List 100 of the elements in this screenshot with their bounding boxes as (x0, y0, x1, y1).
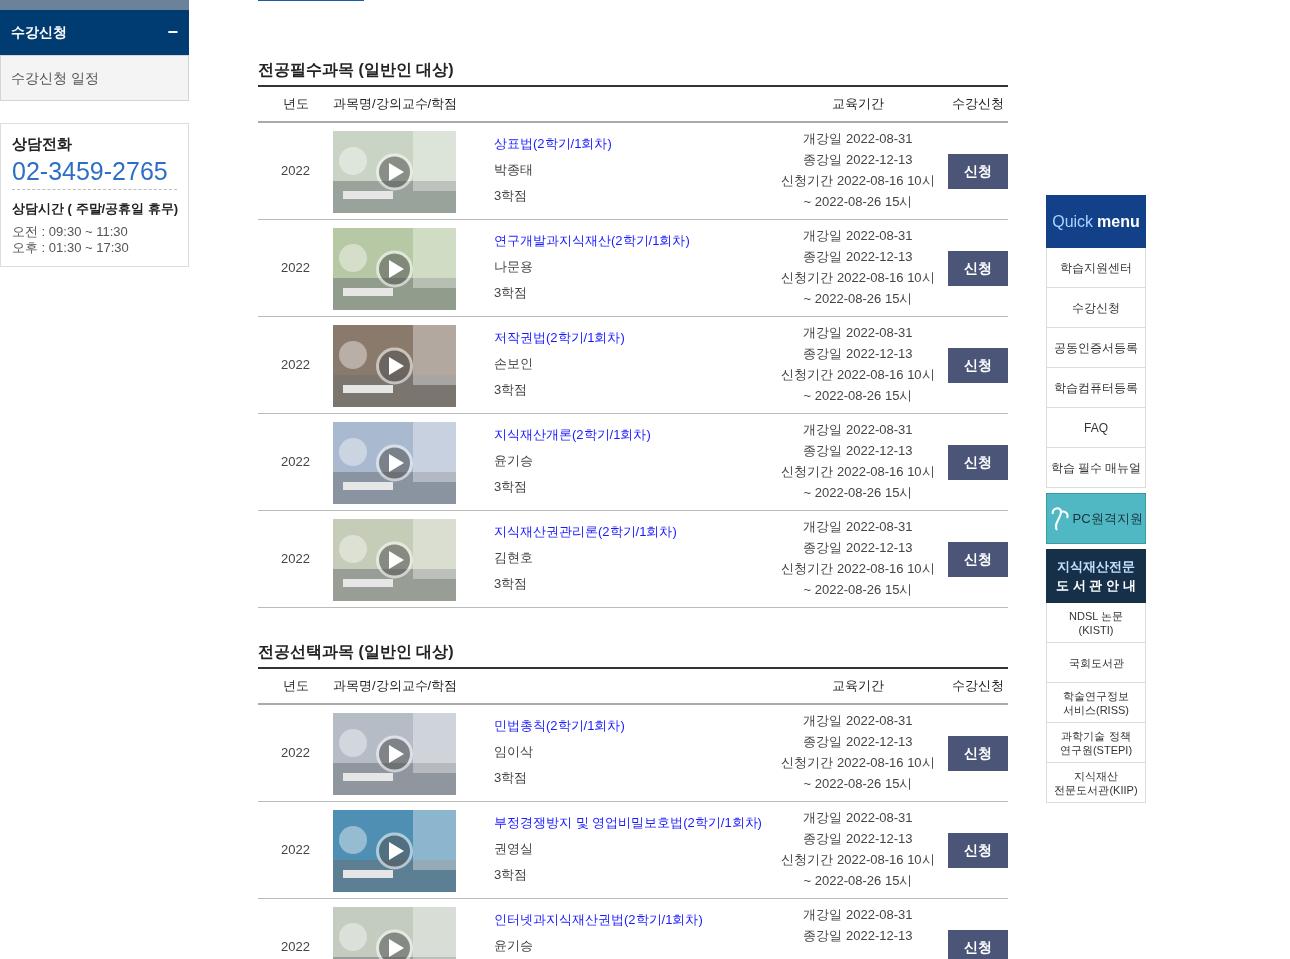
apply-period-start: 신청기간 2022-08-16 10시 (781, 463, 935, 481)
start-date: 개강일 2022-08-31 (803, 324, 913, 342)
professor-name: 윤기승 (494, 937, 534, 955)
apply-period-end: ~ 2022-08-26 15시 (803, 484, 913, 502)
quick-menu-title: menu (1097, 211, 1140, 232)
apply-button[interactable]: 신청 (948, 929, 1008, 959)
professor-name: 권영실 (494, 840, 534, 858)
credits-text: 3학점 (494, 187, 529, 205)
start-date: 개강일 2022-08-31 (803, 130, 913, 148)
apply-period-end: ~ 2022-08-26 15시 (803, 581, 913, 599)
year-cell-text: 2022 (281, 744, 310, 763)
course-link[interactable]: 지식재산개론(2학기/1회차) (494, 424, 768, 445)
start-date: 개강일 2022-08-31 (803, 809, 913, 827)
apply-button[interactable]: 신청 (948, 250, 1008, 286)
apply-period-start: 신청기간 2022-08-16 10시 (781, 560, 935, 578)
hours-text: 오전 : 09:30 ~ 11:30 (12, 224, 129, 240)
library-title: 도 서 관 안 내 (1056, 577, 1136, 595)
apply-period-end: ~ 2022-08-26 15시 (803, 872, 913, 890)
year-cell-text: 2022 (281, 938, 310, 957)
hours-title: 상담시간 ( 주말/공휴일 휴무) (12, 199, 177, 218)
start-date: 개강일 2022-08-31 (803, 906, 913, 924)
apply-period-end: ~ 2022-08-26 15시 (803, 193, 913, 211)
menu-title: 수강신청 (11, 23, 67, 42)
start-date: 개강일 2022-08-31 (803, 421, 913, 439)
quick-menu-item[interactable]: 공동인증서등록 (1046, 328, 1146, 368)
library-link[interactable]: NDSL 논문 (KISTI) (1046, 603, 1146, 643)
library-link[interactable]: 과학기술 정책 연구원(STEPI) (1046, 723, 1146, 763)
apply-period-start: 신청기간 2022-08-16 10시 (781, 172, 935, 190)
apply-period-start: 신청기간 2022-08-16 10시 (781, 851, 935, 869)
year-cell-text: 2022 (281, 259, 310, 278)
apply-period-start: 신청기간 2022-08-16 10시 (781, 366, 935, 384)
library-link[interactable]: 학술연구정보 서비스(RISS) (1046, 683, 1146, 723)
year-cell-text: 2022 (281, 162, 310, 181)
quick-menu-title: Quick (1052, 211, 1094, 232)
course-link[interactable]: 저작권법(2학기/1회차) (494, 327, 768, 348)
column-header: 수강신청 (952, 677, 1004, 696)
column-header: 수강신청 (952, 95, 1004, 114)
quick-menu-item[interactable]: FAQ (1046, 408, 1146, 448)
column-header: 과목명/강의교수/학점 (333, 678, 458, 694)
credits-text: 3학점 (494, 381, 529, 399)
end-date: 종강일 2022-12-13 (803, 345, 913, 363)
year-cell-text: 2022 (281, 356, 310, 375)
apply-period-end: ~ 2022-08-26 15시 (803, 775, 913, 793)
apply-button[interactable]: 신청 (948, 153, 1008, 189)
mouse-icon (1049, 505, 1072, 532)
column-header: 년도 (282, 95, 309, 114)
collapse-button[interactable]: − (167, 19, 178, 46)
column-header: 과목명/강의교수/학점 (333, 96, 458, 112)
apply-button[interactable]: 신청 (948, 541, 1008, 577)
course-link[interactable]: 부정경쟁방지 및 영업비밀보호법(2학기/1회차) (494, 812, 768, 833)
professor-name: 박종태 (494, 161, 534, 179)
apply-period-end: ~ 2022-08-26 15시 (803, 290, 913, 308)
column-header: 년도 (282, 677, 309, 696)
professor-name: 김현호 (494, 549, 534, 567)
year-cell-text: 2022 (281, 453, 310, 472)
library-link[interactable]: 지식재산 전문도서관(KIIP) (1046, 763, 1146, 803)
course-link[interactable]: 지식재산권관리론(2학기/1회차) (494, 521, 768, 542)
end-date: 종강일 2022-12-13 (803, 442, 913, 460)
year-cell-text: 2022 (281, 841, 310, 860)
start-date: 개강일 2022-08-31 (803, 518, 913, 536)
credits-text: 3학점 (494, 866, 529, 884)
end-date: 종강일 2022-12-13 (803, 151, 913, 169)
quick-menu-item[interactable]: 수강신청 (1046, 288, 1146, 328)
course-link[interactable]: 민법총칙(2학기/1회차) (494, 715, 768, 736)
sidebar-item[interactable]: 수강신청 일정 (0, 55, 189, 101)
apply-period-end: ~ 2022-08-26 15시 (803, 387, 913, 405)
apply-period-start: 신청기간 2022-08-16 10시 (781, 269, 935, 287)
phone-number: 02-3459-2765 (12, 155, 177, 190)
professor-name: 손보인 (494, 355, 534, 373)
apply-button[interactable]: 신청 (948, 832, 1008, 868)
quick-menu-item[interactable]: 학습 필수 매뉴얼 (1046, 448, 1146, 488)
professor-name: 나문용 (494, 258, 534, 276)
contact-title: 상담전화 (12, 134, 73, 154)
apply-button[interactable]: 신청 (948, 347, 1008, 383)
end-date: 종강일 2022-12-13 (803, 830, 913, 848)
remote-support-button[interactable]: PC원격지원 (1046, 493, 1146, 544)
quick-menu-item[interactable]: 학습지원센터 (1046, 248, 1146, 288)
apply-button[interactable]: 신청 (948, 444, 1008, 480)
year-cell-text: 2022 (281, 550, 310, 569)
end-date: 종강일 2022-12-13 (803, 927, 913, 945)
column-header: 교육기간 (832, 677, 884, 696)
professor-name: 윤기승 (494, 452, 534, 470)
column-header: 교육기간 (832, 95, 884, 114)
credits-text: 3학점 (494, 478, 529, 496)
start-date: 개강일 2022-08-31 (803, 712, 913, 730)
library-link[interactable]: 국회도서관 (1046, 643, 1146, 683)
course-link[interactable]: 연구개발과지식재산(2학기/1회차) (494, 230, 768, 251)
credits-text: 3학점 (494, 284, 529, 302)
apply-button[interactable]: 신청 (948, 735, 1008, 771)
quick-menu-item[interactable]: 학습컴퓨터등록 (1046, 368, 1146, 408)
end-date: 종강일 2022-12-13 (803, 733, 913, 751)
start-date: 개강일 2022-08-31 (803, 227, 913, 245)
library-title: 지식재산전문 (1057, 557, 1135, 576)
apply-period-start: 신청기간 2022-08-16 10시 (781, 754, 935, 772)
course-link[interactable]: 인터넷과지식재산권법(2학기/1회차) (494, 909, 768, 930)
credits-text: 3학점 (494, 575, 529, 593)
section-title: 전공선택과목 (일반인 대상) (258, 642, 455, 662)
section-title: 전공필수과목 (일반인 대상) (258, 60, 455, 80)
course-link[interactable]: 상표법(2학기/1회차) (494, 133, 768, 154)
hours-text: 오후 : 01:30 ~ 17:30 (12, 240, 130, 256)
